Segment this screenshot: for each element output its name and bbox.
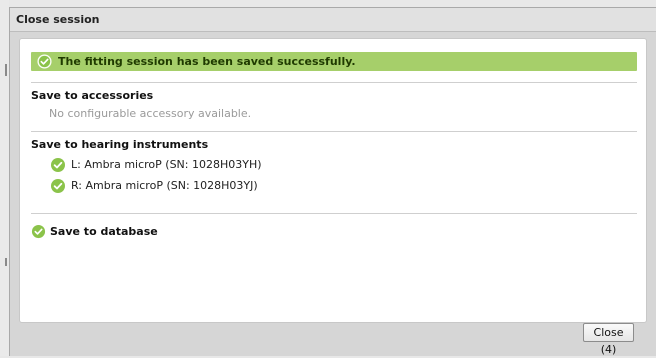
accessories-heading: Save to accessories: [31, 89, 154, 102]
instruments-heading: Save to hearing instruments: [31, 138, 209, 151]
background-window-edge: [0, 0, 9, 356]
database-label: Save to database: [50, 225, 158, 238]
section-divider: [31, 131, 637, 132]
section-divider: [31, 213, 637, 214]
dialog-titlebar[interactable]: Close session: [10, 8, 656, 32]
success-message: The fitting session has been saved succe…: [58, 55, 356, 68]
success-banner: The fitting session has been saved succe…: [31, 52, 637, 71]
background-edge-mark: [5, 64, 7, 76]
background-edge-mark: [5, 258, 7, 266]
check-circle-icon: [50, 157, 66, 177]
instrument-label: R: Ambra microP (SN: 1028H03YJ): [71, 179, 258, 192]
close-button[interactable]: Close (4): [583, 323, 634, 356]
instrument-label: L: Ambra microP (SN: 1028H03YH): [71, 158, 262, 171]
check-circle-icon: [31, 224, 46, 243]
section-divider: [31, 82, 637, 83]
accessories-status-text: No configurable accessory available.: [49, 107, 252, 120]
close-session-dialog: Close session The fitting session has be…: [9, 7, 656, 356]
check-circle-icon: [50, 178, 66, 198]
dialog-title: Close session: [16, 13, 100, 26]
check-circle-icon: [37, 54, 52, 73]
dialog-content-panel: The fitting session has been saved succe…: [19, 38, 647, 323]
